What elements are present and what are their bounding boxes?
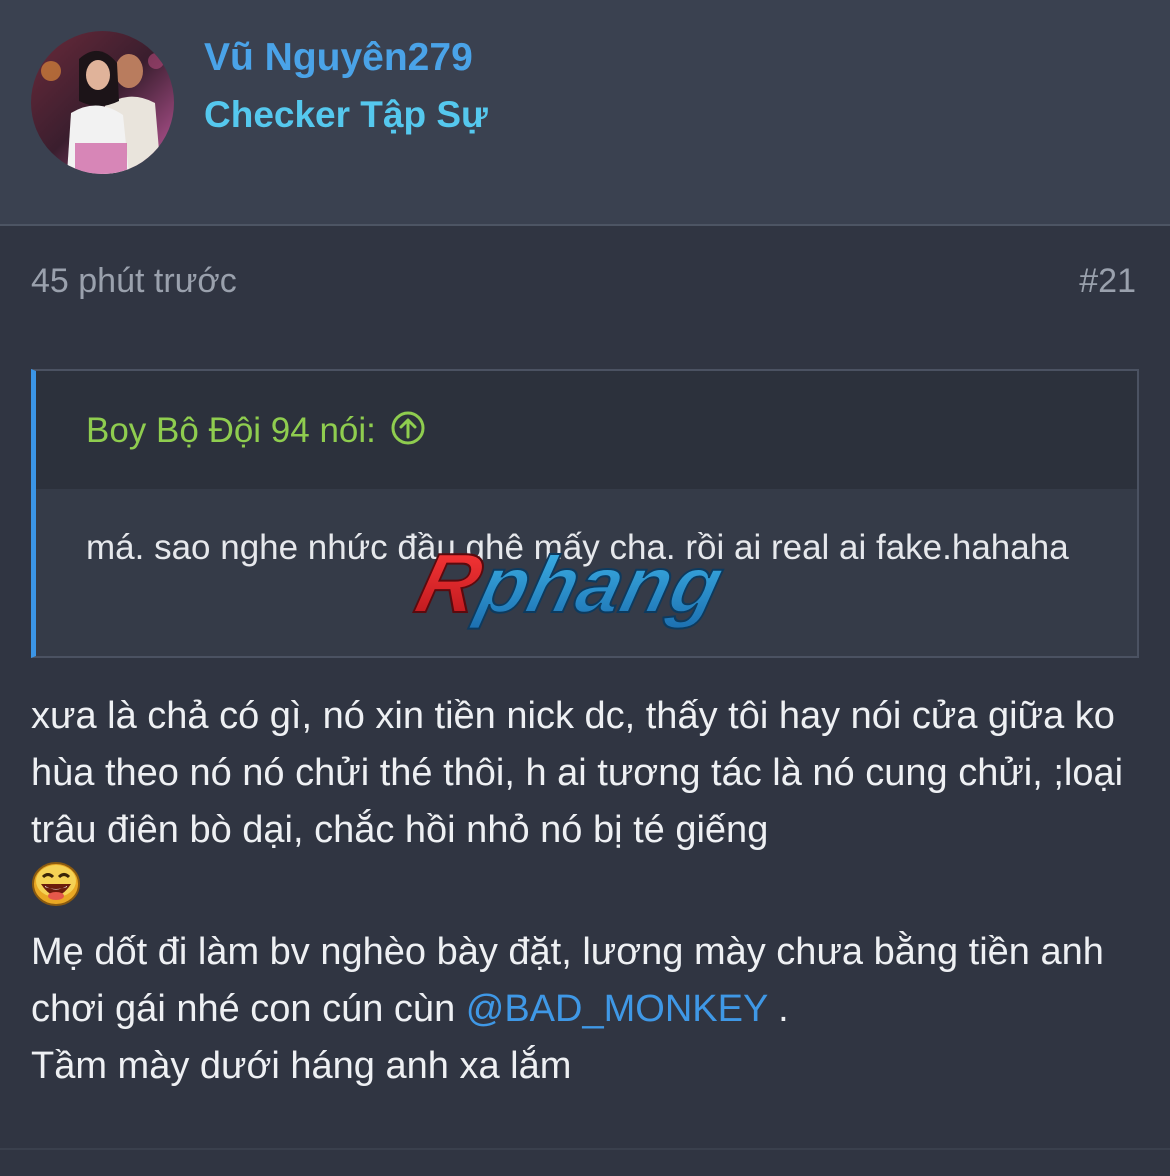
post-number[interactable]: #21 [1079,262,1136,301]
post-timestamp[interactable]: 45 phút trước [31,262,237,301]
username[interactable]: Vũ Nguyên279 [204,36,473,80]
user-mention-link[interactable]: @BAD_MONKEY [466,988,768,1030]
quote-author[interactable]: Boy Bộ Đội 94 nói: [86,410,426,455]
divider [0,1148,1170,1150]
forum-post: Vũ Nguyên279 Checker Tập Sự 45 phút trướ… [0,0,1170,1176]
laughing-emoji-icon [31,861,81,924]
post-content: xưa là chả có gì, nó xin tiền nick dc, t… [31,688,1146,1095]
user-title: Checker Tập Sự [204,94,488,135]
post-text-line1: xưa là chả có gì, nó xin tiền nick dc, t… [31,695,1124,851]
quote-block: Boy Bộ Đội 94 nói: má. sao nghe nhức đầu… [31,369,1139,658]
user-header: Vũ Nguyên279 Checker Tập Sự [0,0,1170,226]
arrow-up-circle-icon[interactable] [390,410,426,455]
post-text-line2-end: . [767,988,789,1030]
quote-header: Boy Bộ Đội 94 nói: [36,371,1137,489]
avatar[interactable] [31,31,174,174]
post-text-line3: Tầm mày dưới háng anh xa lắm [31,1045,572,1087]
quote-author-label[interactable]: Boy Bộ Đội 94 nói: [86,411,376,450]
quote-text: má. sao nghe nhức đầu ghê mấy cha. rồi a… [86,528,1069,567]
